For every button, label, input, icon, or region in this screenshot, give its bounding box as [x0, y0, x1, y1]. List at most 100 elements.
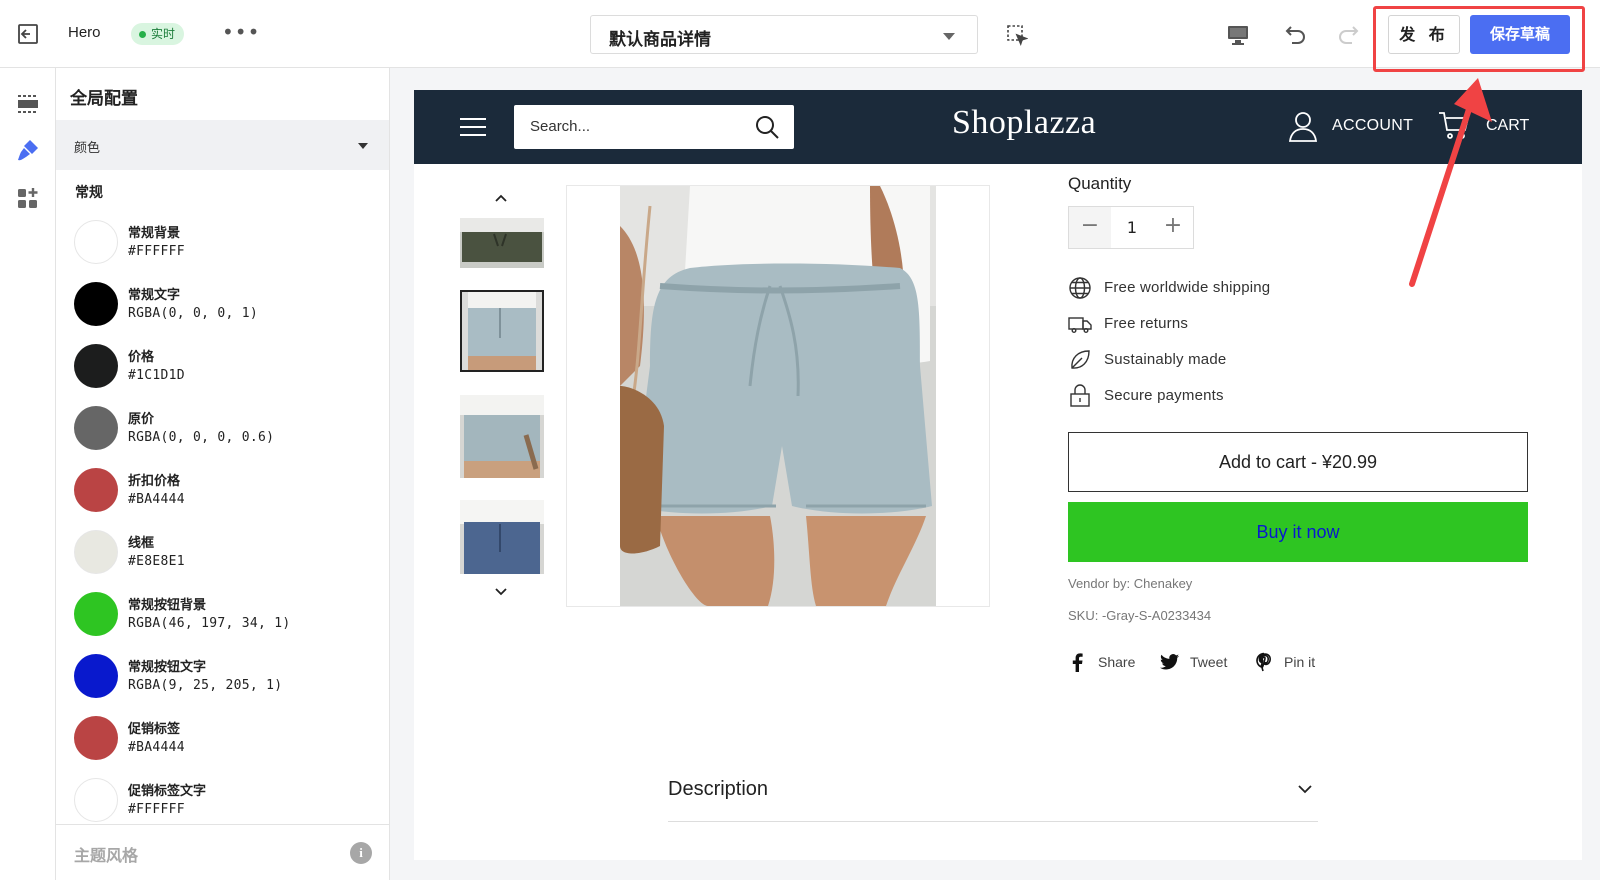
quantity-increase-button[interactable]: + — [1153, 207, 1193, 248]
color-value: #FFFFFF — [128, 802, 185, 817]
product-main-image — [620, 186, 936, 606]
add-to-cart-button[interactable]: Add to cart - ¥20.99 — [1068, 432, 1528, 492]
theme-name: Hero — [68, 24, 101, 41]
buy-now-button[interactable]: Buy it now — [1068, 502, 1528, 562]
color-setting-item[interactable]: 折扣价格 #BA4444 — [74, 468, 374, 530]
color-setting-item[interactable]: 线框 #E8E8E1 — [74, 530, 374, 592]
color-name: 常规按钮背景 — [128, 598, 207, 613]
color-name: 促销标签文字 — [128, 784, 207, 799]
rail-sections-button[interactable] — [10, 86, 46, 122]
vendor-text: Vendor by: Chenakey — [1068, 576, 1193, 591]
twitter-icon — [1160, 654, 1179, 670]
color-setting-item[interactable]: 价格 #1C1D1D — [74, 344, 374, 406]
rail-theme-settings-button[interactable] — [10, 132, 46, 168]
color-swatch[interactable] — [74, 716, 118, 760]
feature-text: Free worldwide shipping — [1104, 279, 1271, 296]
info-icon[interactable]: i — [350, 842, 372, 864]
quantity-input[interactable]: 1 — [1111, 207, 1153, 248]
page-template-value: 默认商品详情 — [609, 30, 711, 50]
thumbnail-image — [460, 500, 544, 574]
facebook-icon — [1072, 653, 1083, 672]
thumbnail-image — [460, 218, 544, 268]
color-value: #1C1D1D — [128, 368, 185, 383]
color-name: 折扣价格 — [128, 474, 181, 489]
element-select-icon[interactable] — [1006, 24, 1028, 46]
annotation-highlight-box — [1373, 6, 1585, 72]
color-name: 价格 — [128, 350, 155, 365]
feature-text: Free returns — [1104, 315, 1189, 332]
account-icon[interactable] — [1288, 110, 1318, 142]
color-name: 常规按钮文字 — [128, 660, 207, 675]
color-value: #BA4444 — [128, 492, 185, 507]
quantity-stepper: − 1 + — [1068, 206, 1194, 249]
store-search-input[interactable]: Search... — [514, 105, 794, 149]
share-label: Share — [1098, 654, 1136, 670]
product-thumbnail[interactable] — [460, 395, 544, 478]
search-icon[interactable] — [754, 114, 780, 140]
color-swatch[interactable] — [74, 592, 118, 636]
color-value: RGBA(0, 0, 0, 0.6) — [128, 430, 275, 445]
color-setting-item[interactable]: 促销标签 #BA4444 — [74, 716, 374, 778]
group-label: 常规 — [75, 185, 103, 201]
redo-icon[interactable] — [1336, 22, 1362, 48]
undo-icon[interactable] — [1282, 22, 1308, 48]
rail-add-ons-button[interactable] — [10, 180, 46, 216]
product-thumbnail[interactable] — [460, 500, 544, 574]
layout-sections-icon — [18, 95, 38, 113]
color-list: 常规背景 #FFFFFF 常规文字 RGBA(0, 0, 0, 1) 价格 #1C1D1D… — [74, 220, 374, 840]
description-accordion[interactable]: Description — [668, 764, 1318, 822]
color-setting-item[interactable]: 原价 RGBA(0, 0, 0, 0.6) — [74, 406, 374, 468]
chevron-down-icon — [1298, 785, 1312, 794]
exit-icon[interactable] — [16, 22, 40, 46]
color-swatch[interactable] — [74, 530, 118, 574]
color-swatch[interactable] — [74, 468, 118, 512]
paint-brush-icon — [18, 140, 38, 161]
product-thumbnail-selected[interactable] — [460, 290, 544, 372]
hamburger-menu-icon[interactable] — [460, 118, 486, 136]
color-name: 促销标签 — [128, 722, 181, 737]
sku-text: SKU: -Gray-S-A0233434 — [1068, 608, 1212, 623]
color-swatch[interactable] — [74, 406, 118, 450]
quantity-decrease-button[interactable]: − — [1069, 207, 1111, 248]
more-options-icon[interactable]: ••• — [222, 22, 260, 42]
color-value: RGBA(9, 25, 205, 1) — [128, 678, 283, 693]
annotation-arrow-icon — [1409, 78, 1492, 287]
color-name: 常规背景 — [128, 226, 181, 241]
color-name: 线框 — [128, 536, 155, 551]
desktop-icon[interactable] — [1226, 23, 1250, 47]
product-photo — [620, 186, 936, 606]
color-setting-item[interactable]: 常规按钮背景 RGBA(46, 197, 34, 1) — [74, 592, 374, 654]
theme-style-section[interactable]: 主题风格 i — [56, 824, 389, 880]
thumbnail-next-icon[interactable] — [492, 586, 510, 598]
truck-icon — [1068, 317, 1092, 334]
panel-title: 全局配置 — [70, 89, 138, 109]
theme-style-label: 主题风格 — [74, 846, 139, 865]
leaf-icon — [1071, 350, 1090, 369]
color-swatch[interactable] — [74, 282, 118, 326]
top-toolbar: Hero 实时 ••• 默认商品详情 发 布 保存草稿 — [0, 0, 1600, 72]
color-setting-item[interactable]: 常规文字 RGBA(0, 0, 0, 1) — [74, 282, 374, 344]
thumbnail-prev-icon[interactable] — [492, 192, 510, 204]
color-setting-item[interactable]: 常规按钮文字 RGBA(9, 25, 205, 1) — [74, 654, 374, 716]
description-title: Description — [668, 778, 769, 800]
global-config-panel: 全局配置 颜色 常规 常规背景 #FFFFFF 常规文字 RGBA(0, 0, 0, … — [56, 68, 390, 880]
apps-plus-icon — [18, 188, 38, 208]
live-badge-label: 实时 — [151, 27, 176, 41]
pinterest-icon — [1256, 652, 1272, 672]
color-value: #BA4444 — [128, 740, 185, 755]
color-swatch[interactable] — [74, 654, 118, 698]
color-swatch[interactable] — [74, 778, 118, 822]
color-name: 原价 — [128, 412, 155, 427]
product-main-image-frame[interactable] — [566, 185, 990, 607]
product-thumbnail[interactable] — [460, 218, 544, 268]
color-swatch[interactable] — [74, 220, 118, 264]
thumbnail-image — [462, 292, 542, 370]
color-setting-item[interactable]: 常规背景 #FFFFFF — [74, 220, 374, 282]
page-template-select[interactable]: 默认商品详情 — [590, 15, 978, 54]
colors-section-header[interactable]: 颜色 — [56, 120, 389, 170]
color-swatch[interactable] — [74, 344, 118, 388]
section-label: 颜色 — [74, 141, 101, 156]
color-value: RGBA(0, 0, 0, 1) — [128, 306, 259, 321]
color-name: 常规文字 — [128, 288, 181, 303]
store-logo[interactable]: Shoplazza — [952, 104, 1096, 142]
